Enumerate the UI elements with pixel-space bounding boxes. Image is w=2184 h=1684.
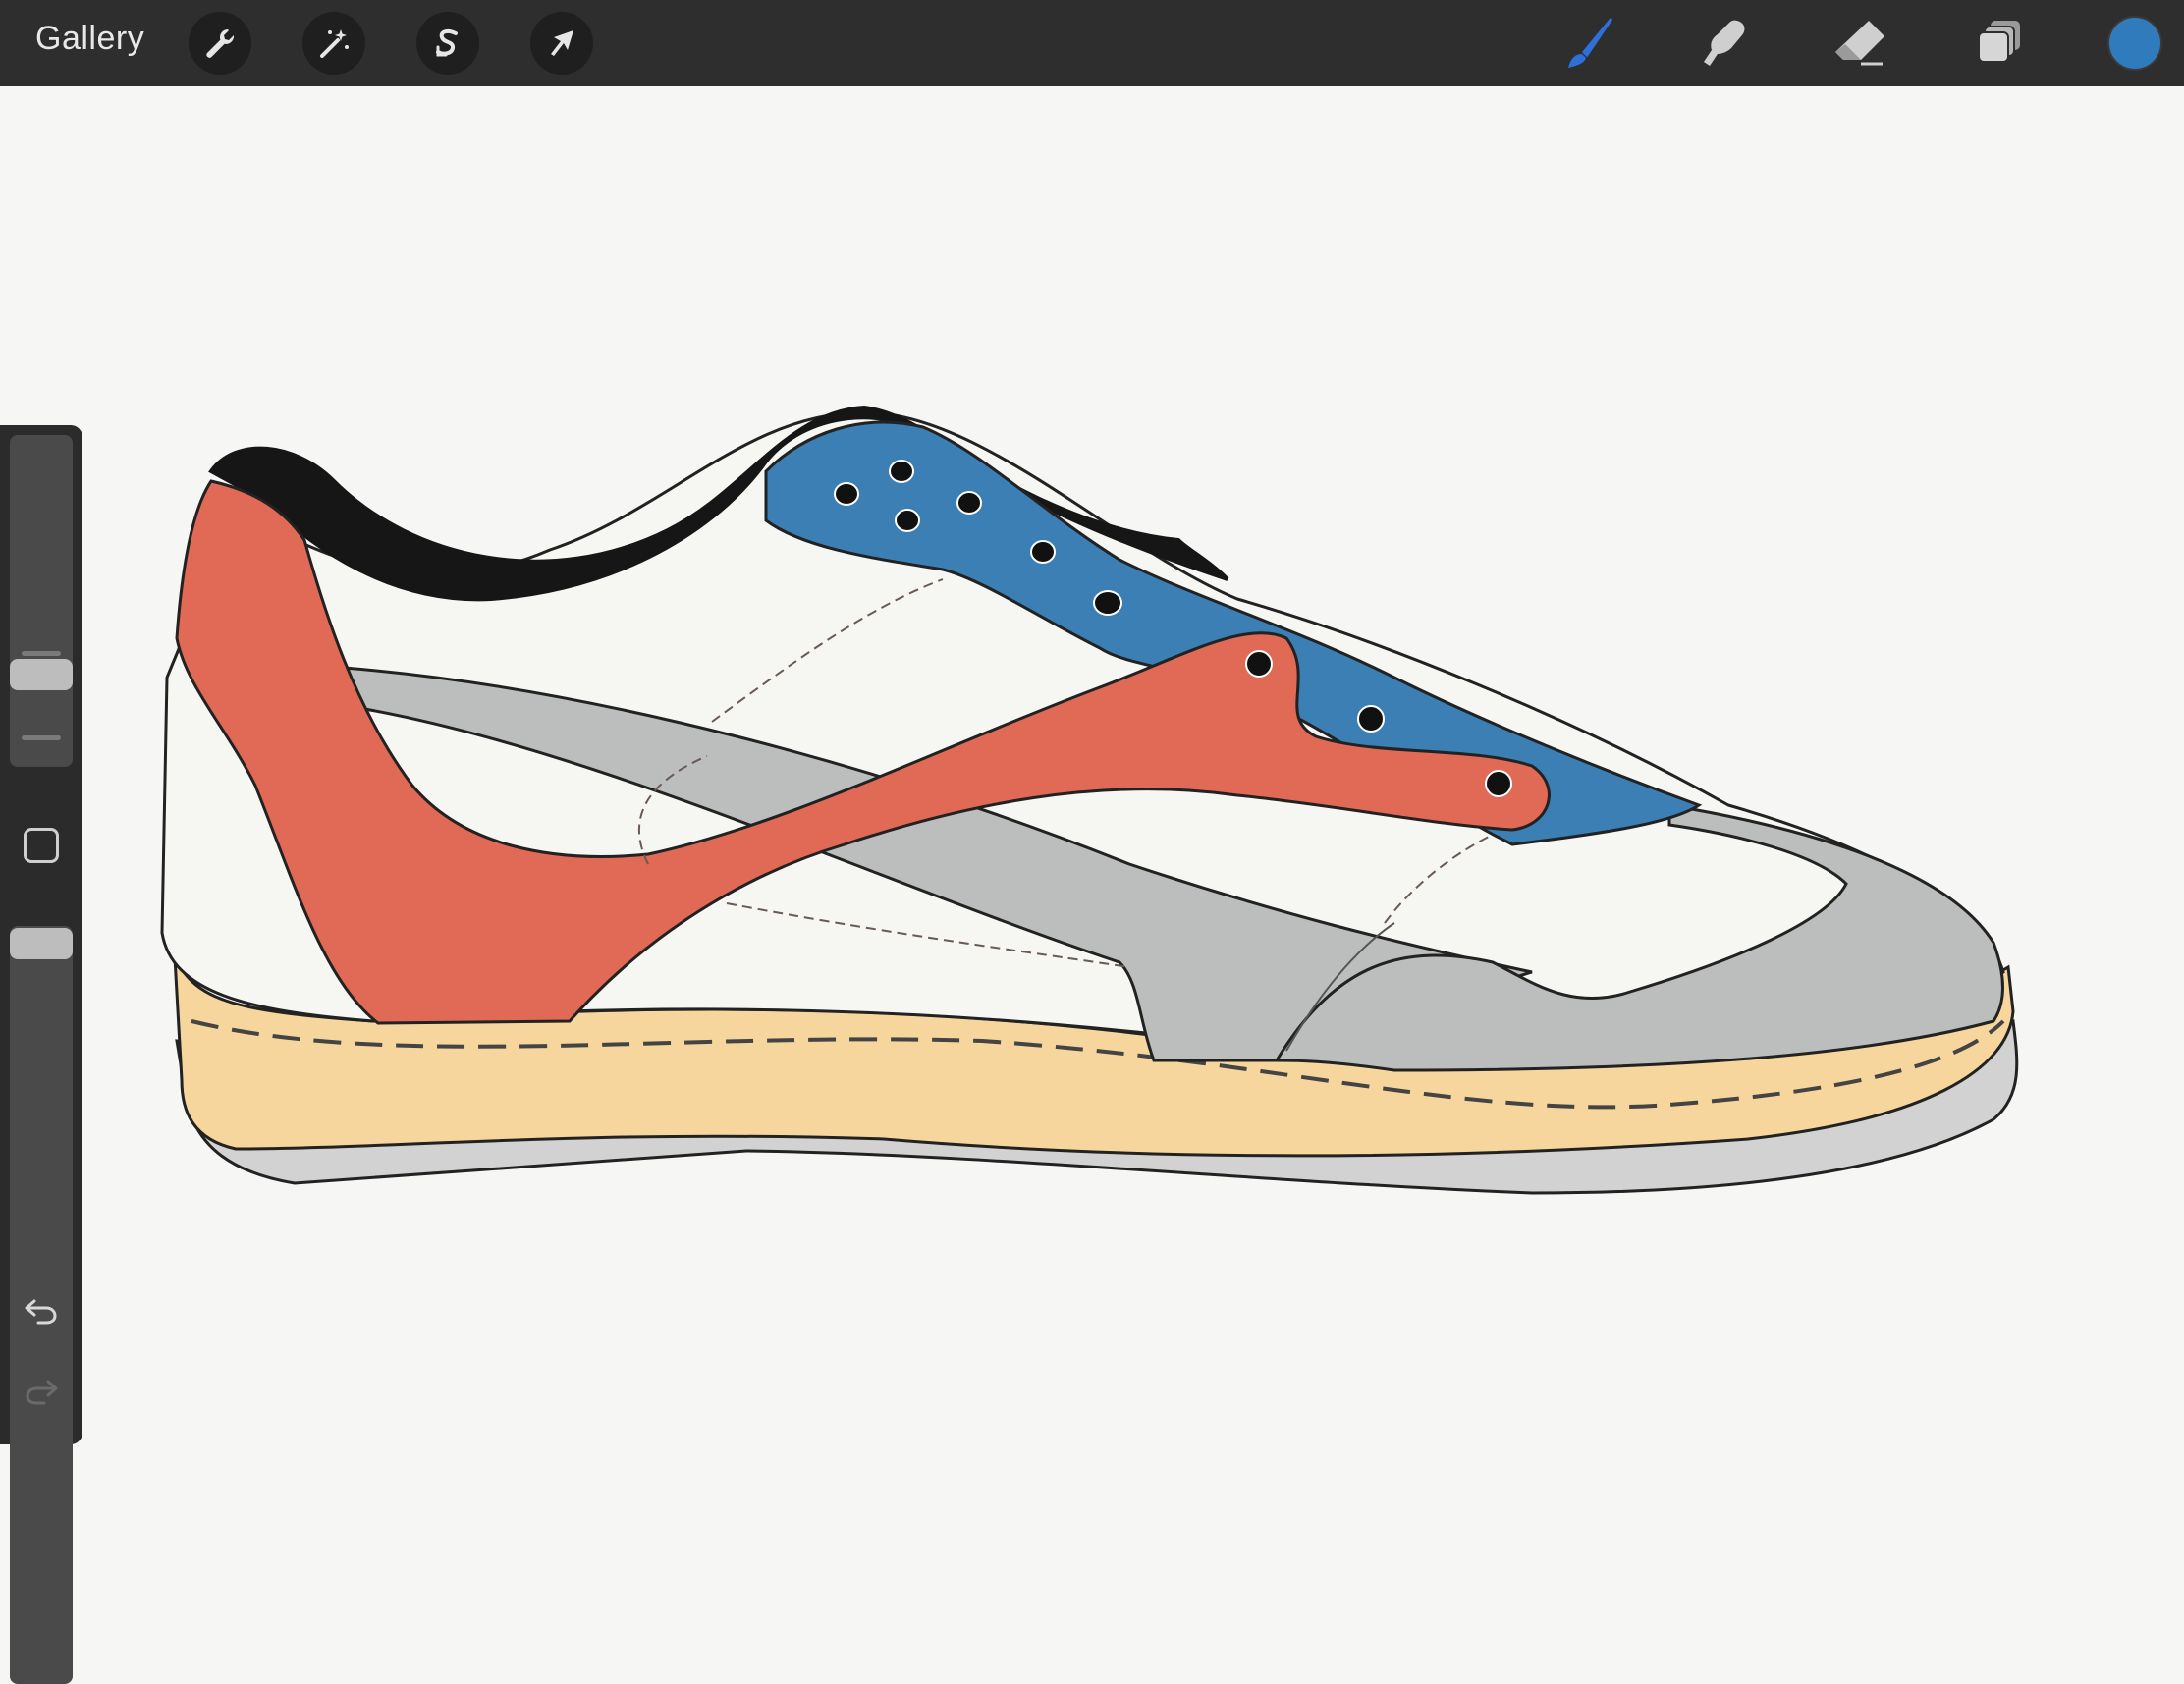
magic-wand-icon bbox=[320, 29, 349, 58]
selection-s-icon bbox=[436, 28, 458, 57]
transform-button[interactable] bbox=[530, 12, 593, 75]
smudge-button[interactable] bbox=[1693, 12, 1756, 75]
color-picker-button[interactable] bbox=[2107, 16, 2162, 71]
arrow-cursor-icon bbox=[551, 30, 573, 56]
eraser-button[interactable] bbox=[1829, 12, 1891, 75]
eraser-icon bbox=[1835, 21, 1884, 66]
top-toolbar: Gallery bbox=[0, 0, 2184, 86]
smudge-finger-icon bbox=[1704, 20, 1745, 66]
layers-button[interactable] bbox=[1968, 12, 2031, 75]
adjustments-button[interactable] bbox=[302, 12, 365, 75]
actions-button[interactable] bbox=[189, 12, 251, 75]
brush-button[interactable] bbox=[1557, 12, 1620, 75]
layers-icon bbox=[1978, 21, 2020, 63]
sneaker-artwork bbox=[160, 405, 2019, 1195]
drawing-canvas[interactable] bbox=[0, 86, 2184, 1638]
selection-button[interactable] bbox=[416, 12, 479, 75]
gallery-button[interactable]: Gallery bbox=[35, 20, 144, 58]
wrench-icon bbox=[206, 28, 235, 58]
paintbrush-icon bbox=[1568, 18, 1613, 68]
